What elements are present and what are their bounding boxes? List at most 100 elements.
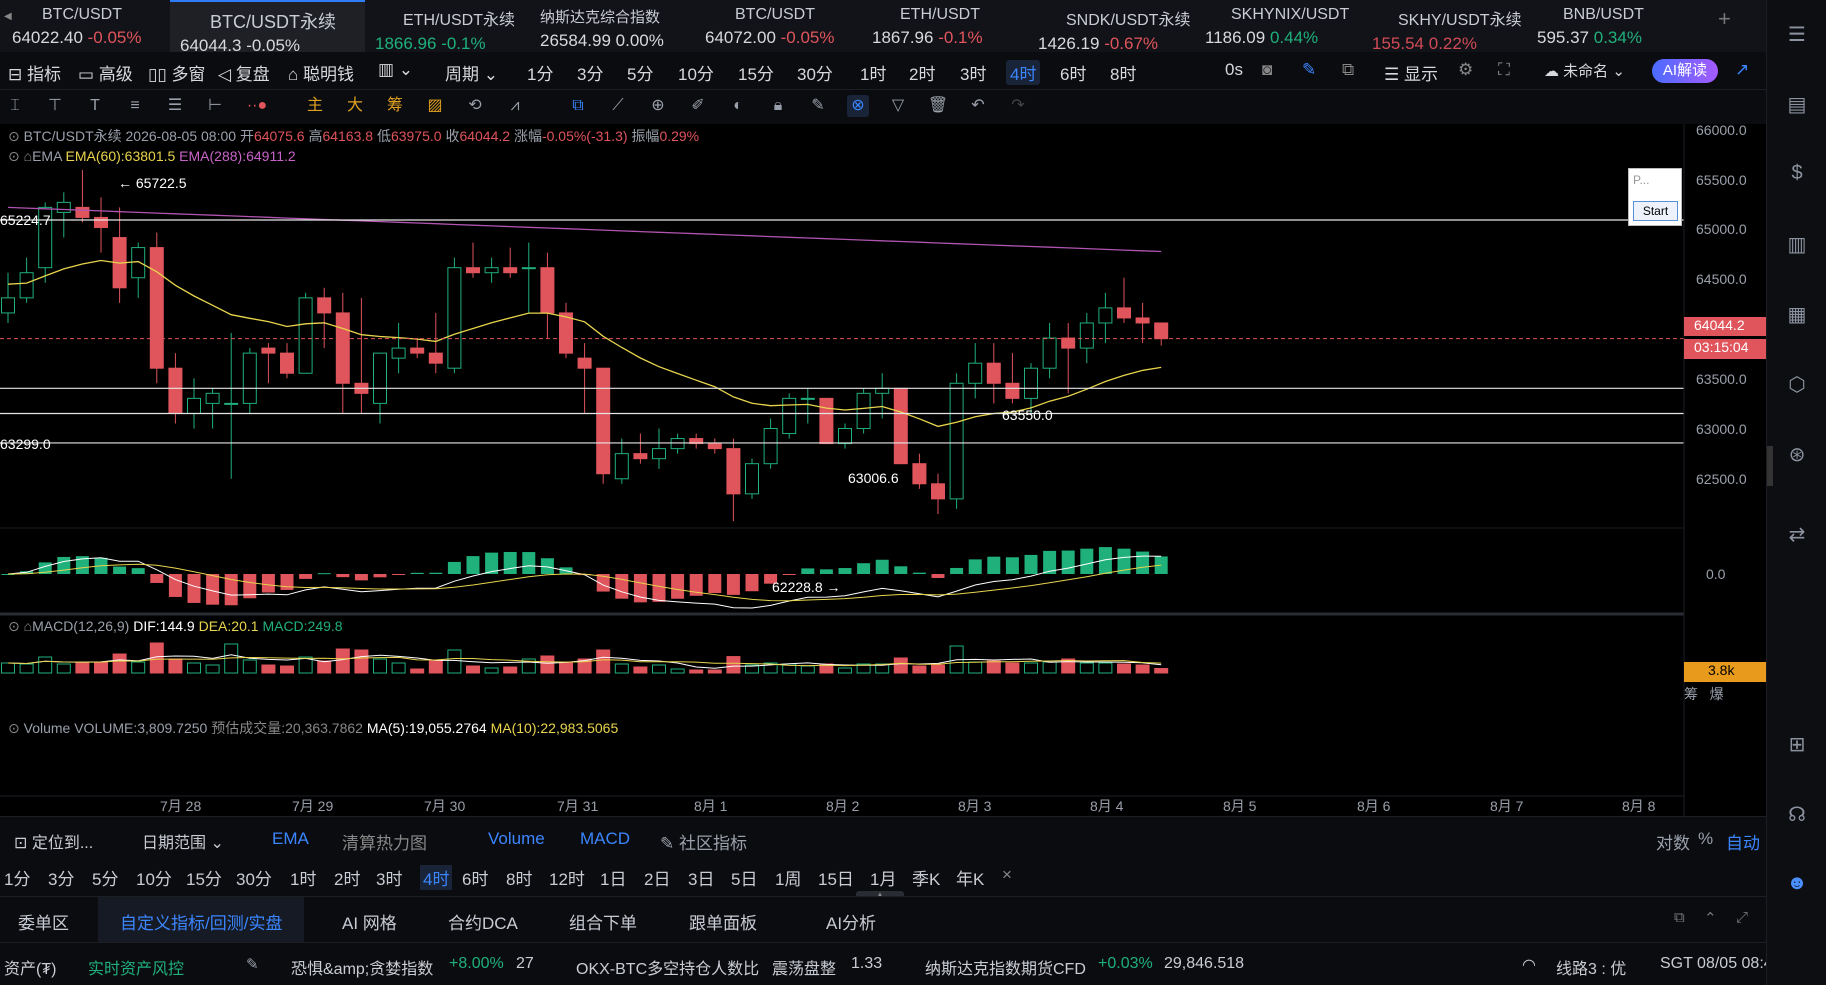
close-periods-icon[interactable]: × xyxy=(1002,865,1012,885)
time-axis[interactable]: 7月 28 7月 29 7月 30 7月 31 8月 1 8月 2 8月 3 8… xyxy=(0,796,1684,816)
ticker-tab[interactable]: BTC/USDT 64022.40 -0.05% xyxy=(12,0,162,52)
ticker-tab[interactable]: ETH/USDT 1867.96 -0.1% xyxy=(872,0,1022,52)
chart-bars-icon[interactable]: ▥ xyxy=(1784,232,1810,258)
period-3h[interactable]: 3时 xyxy=(960,60,986,85)
redo-icon[interactable]: ↷ xyxy=(1007,95,1029,117)
tab-combo-order[interactable]: 组合下单 xyxy=(569,909,637,934)
pen-icon[interactable]: ✎ xyxy=(1302,60,1316,80)
brush-icon[interactable]: ✐ xyxy=(687,95,709,117)
tab-ai-analysis[interactable]: AI分析 xyxy=(826,909,876,934)
robot-icon[interactable]: ⊛ xyxy=(1784,442,1810,468)
tab-contract-dca[interactable]: 合约DCA xyxy=(448,909,518,934)
percent-scale-toggle[interactable]: % xyxy=(1698,829,1713,849)
tab-ai-grid[interactable]: AI 网格 xyxy=(342,909,397,934)
magnet-icon[interactable]: ⧉ xyxy=(567,95,589,117)
bottom-period-21[interactable]: 年K xyxy=(956,865,984,890)
bottom-period-2[interactable]: 5分 xyxy=(92,865,118,890)
bottom-period-19[interactable]: 1月 xyxy=(870,865,896,890)
bottom-period-12[interactable]: 12时 xyxy=(549,865,585,890)
trendline-icon[interactable]: ⊤ xyxy=(44,95,66,117)
ai-interpret-button[interactable]: AI解读 xyxy=(1652,59,1718,83)
chevron-up-icon[interactable]: ⌃ xyxy=(1704,909,1717,927)
ticker-tab-active[interactable]: BTC/USDT永续 64044.3 -0.05% xyxy=(170,0,365,55)
bottom-period-0[interactable]: 1分 xyxy=(4,865,30,890)
pattern-icon[interactable]: ⟲ xyxy=(464,95,486,117)
period-5m[interactable]: 5分 xyxy=(627,60,653,85)
period-3m[interactable]: 3分 xyxy=(577,60,603,85)
macd-tab[interactable]: MACD xyxy=(580,829,630,849)
bottom-period-6[interactable]: 1时 xyxy=(290,865,316,890)
swap-icon[interactable]: ⇄ xyxy=(1784,522,1810,548)
period-4h[interactable]: 4时 xyxy=(1006,60,1041,85)
chip-indicator[interactable]: 筹 xyxy=(384,95,406,117)
more-tools-icon[interactable]: ··● xyxy=(246,95,268,117)
ema-tab[interactable]: EMA xyxy=(272,829,309,849)
lock-icon[interactable]: 🔒︎ xyxy=(767,95,789,117)
tab-copy-trade[interactable]: 跟单面板 xyxy=(689,909,757,934)
fib-icon[interactable]: ☰ xyxy=(164,95,186,117)
ranking-icon[interactable]: ▦ xyxy=(1784,302,1810,328)
chart-area[interactable]: ⊙ BTC/USDT永续 2026-08-05 08:00 开64075.6 高… xyxy=(0,122,1766,816)
asset-label[interactable]: 资产(₮) xyxy=(4,955,56,979)
bottom-period-3[interactable]: 10分 xyxy=(136,865,172,890)
bottom-period-17[interactable]: 1周 xyxy=(775,865,801,890)
bottom-period-9[interactable]: 4时 xyxy=(420,865,453,890)
eye-icon[interactable]: ◐ xyxy=(727,95,749,117)
date-range-dropdown[interactable]: 日期范围 ⌄ xyxy=(142,829,224,853)
period-8h[interactable]: 8时 xyxy=(1110,60,1136,85)
bottom-period-8[interactable]: 3时 xyxy=(376,865,402,890)
chart-type-dropdown[interactable]: ▥ ⌄ xyxy=(378,60,413,80)
indicator-button[interactable]: ⊟ 指标 xyxy=(8,60,61,85)
camera-icon[interactable]: ◙ xyxy=(1262,60,1272,80)
replay-button[interactable]: ◁ 复盘 xyxy=(218,60,270,85)
ticker-tab[interactable]: 纳斯达克综合指数 26584.99 0.00% xyxy=(540,0,690,52)
locate-button[interactable]: ⊡ 定位到... xyxy=(14,829,93,853)
bottom-period-15[interactable]: 3日 xyxy=(688,865,714,890)
menu-icon[interactable]: ☰ xyxy=(1784,22,1810,48)
document-icon[interactable]: ▤ xyxy=(1784,92,1810,118)
maximize-icon[interactable]: ⤢ xyxy=(1736,909,1748,926)
tab-custom-indicator[interactable]: 自定义指标/回测/实盘 xyxy=(98,897,305,942)
multi-window-button[interactable]: ▯▯ 多窗 xyxy=(148,60,205,85)
bottom-period-4[interactable]: 15分 xyxy=(186,865,222,890)
period-1h[interactable]: 1时 xyxy=(860,60,886,85)
bottom-period-20[interactable]: 季K xyxy=(912,865,940,890)
edit-icon[interactable]: ✎ xyxy=(246,955,259,973)
bottom-period-10[interactable]: 6时 xyxy=(462,865,488,890)
display-button[interactable]: ☰ 显示 xyxy=(1384,60,1438,85)
smart-money-button[interactable]: ⌂ 聪明钱 xyxy=(288,60,354,85)
period-2h[interactable]: 2时 xyxy=(909,60,935,85)
headset-icon[interactable]: ☊ xyxy=(1784,802,1810,828)
start-button[interactable]: Start xyxy=(1633,201,1678,221)
refresh-interval[interactable]: 0s xyxy=(1225,60,1243,80)
log-scale-toggle[interactable]: 对数 xyxy=(1656,829,1690,854)
risk-control-link[interactable]: 实时资产风控 xyxy=(88,955,184,979)
period-15m[interactable]: 15分 xyxy=(738,60,774,85)
bottom-period-16[interactable]: 5日 xyxy=(731,865,757,890)
undo-icon[interactable]: ↶ xyxy=(967,95,989,117)
bottom-period-7[interactable]: 2时 xyxy=(334,865,360,890)
heatmap-icon[interactable]: ▨ xyxy=(424,95,446,117)
wallet-icon[interactable]: $ xyxy=(1784,162,1810,188)
popout-icon[interactable]: ⧉ xyxy=(1342,60,1354,80)
volume-tab[interactable]: Volume xyxy=(488,829,545,849)
share-icon[interactable]: ↗ xyxy=(1735,60,1749,80)
zoom-icon[interactable]: ⊕ xyxy=(647,95,669,117)
advanced-button[interactable]: ▭ 高级 xyxy=(78,60,133,85)
ticker-tab[interactable]: SKHYNIX/USDT 1186.09 0.44% xyxy=(1205,0,1355,52)
link-icon[interactable]: ⊗ xyxy=(847,95,869,117)
fullscreen-icon[interactable]: ⛶ xyxy=(1498,60,1510,80)
period-10m[interactable]: 10分 xyxy=(678,60,714,85)
text-icon[interactable]: T xyxy=(84,95,106,117)
grid-icon[interactable]: ⊞ xyxy=(1784,732,1810,758)
bottom-period-13[interactable]: 1日 xyxy=(600,865,626,890)
period-6h[interactable]: 6时 xyxy=(1060,60,1086,85)
edit-icon[interactable]: ✎ xyxy=(807,95,829,117)
add-tab-button[interactable]: + xyxy=(1718,0,1748,52)
settings-icon[interactable]: ⚙ xyxy=(1458,60,1473,80)
bottom-period-14[interactable]: 2日 xyxy=(644,865,670,890)
trash-icon[interactable]: 🗑︎ xyxy=(927,95,949,117)
assistant-icon[interactable]: ☻ xyxy=(1784,872,1810,898)
price-axis[interactable]: 66000.0 65500.0 65000.0 64500.0 64044.2 … xyxy=(1684,122,1766,816)
liquidation-heatmap-tab[interactable]: 清算热力图 xyxy=(342,829,427,854)
